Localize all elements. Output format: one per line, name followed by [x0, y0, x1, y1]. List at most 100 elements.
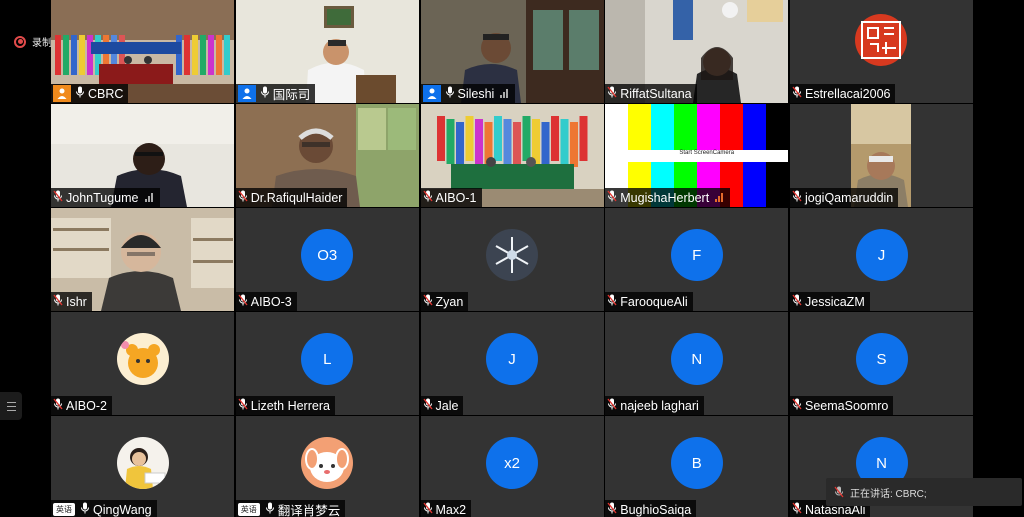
participant-tile[interactable]: AIBO-1: [420, 104, 604, 207]
user-icon: [422, 85, 441, 102]
participant-tile[interactable]: S SeemaSoomro: [790, 312, 973, 415]
participant-tile[interactable]: jogiQamaruddin: [790, 104, 973, 207]
participant-tile[interactable]: RiffatSultana: [605, 0, 789, 103]
participant-tile[interactable]: J JessicaZM: [790, 208, 973, 311]
participant-name: Estrellacai2006: [805, 86, 891, 101]
participant-name: Sileshi: [457, 86, 495, 101]
participant-tile[interactable]: 英语 QingWang: [51, 416, 234, 517]
participant-name: AIBO-2: [66, 398, 107, 413]
name-tag: jogiQamaruddin: [790, 188, 899, 207]
participant-tile[interactable]: Start ScreenCamera MugishaHerbert: [605, 104, 789, 207]
gallery-grid: CBRC 国际司 Sileshi RiffatSultana Estrellacai20…: [51, 0, 973, 517]
participant-name: MugishaHerbert: [620, 190, 710, 205]
participant-name: CBRC: [88, 86, 124, 101]
speaking-label: 正在讲话: CBRC;: [850, 488, 927, 500]
name-tag: Max2: [420, 500, 472, 517]
signal-icon: [715, 193, 725, 202]
participant-name: JohnTugume: [66, 190, 139, 205]
participant-name: jogiQamaruddin: [805, 190, 894, 205]
participant-name: SeemaSoomro: [805, 398, 889, 413]
participant-tile[interactable]: Ishr: [51, 208, 234, 311]
mic-muted-icon: [607, 86, 617, 101]
participant-name: FarooqueAli: [620, 294, 688, 309]
meeting-window: 录制中 CBRC 国际司 Sileshi RiffatSultana Estrellac…: [0, 0, 1024, 517]
participant-tile[interactable]: O3 AIBO-3: [235, 208, 419, 311]
mic-muted-icon: [607, 502, 617, 517]
participant-tile[interactable]: 英语 翻译肖梦云: [235, 416, 419, 517]
avatar: S: [855, 333, 908, 386]
participant-name: JessicaZM: [805, 294, 865, 309]
mic-muted-icon: [238, 398, 248, 413]
participant-name: AIBO-3: [250, 294, 292, 309]
participant-tile[interactable]: x2 Max2: [420, 416, 604, 517]
participant-tile[interactable]: 国际司: [235, 0, 419, 103]
name-tag: Dr.RafiqulHaider: [235, 188, 348, 207]
participant-name: Jale: [435, 398, 459, 413]
participant-tile[interactable]: JohnTugume: [51, 104, 234, 207]
mic-muted-icon: [792, 294, 802, 309]
participant-tile[interactable]: Sileshi: [420, 0, 604, 103]
participant-tile[interactable]: Estrellacai2006: [790, 0, 973, 103]
avatar: F: [670, 229, 723, 282]
sidebar-toggle-handle[interactable]: [0, 392, 22, 420]
participant-tile[interactable]: Nnajeeb laghari: [605, 312, 789, 415]
mic-muted-icon: [607, 294, 617, 309]
avatar: [116, 437, 169, 490]
mic-muted-icon: [53, 294, 63, 309]
participant-tile[interactable]: AIBO-2: [51, 312, 234, 415]
name-tag: Jale: [420, 396, 464, 415]
mic-icon: [265, 502, 275, 517]
mic-muted-icon: [422, 294, 433, 309]
name-tag: JessicaZM: [790, 292, 870, 311]
participant-name: Ishr: [66, 294, 87, 309]
name-tag: Zyan: [420, 292, 469, 311]
participant-tile[interactable]: J Jale: [420, 312, 604, 415]
participant-name: 国际司: [272, 88, 311, 102]
avatar: J: [486, 333, 538, 386]
mic-muted-icon: [238, 190, 248, 205]
name-tag: FarooqueAli: [605, 292, 693, 311]
name-tag: CBRC: [51, 84, 129, 103]
participant-tile[interactable]: Dr.RafiqulHaider: [235, 104, 419, 207]
participant-name: AIBO-1: [435, 190, 477, 205]
avatar: L: [301, 333, 354, 386]
name-tag: AIBO-3: [235, 292, 297, 311]
name-tag: Lizeth Herrera: [235, 396, 335, 415]
mic-icon: [80, 502, 90, 517]
name-tag: JohnTugume: [51, 188, 160, 207]
participant-name: Dr.RafiqulHaider: [250, 190, 343, 205]
avatar: x2: [486, 437, 538, 490]
participant-name: Zyan: [435, 294, 464, 309]
participant-name: RiffatSultana: [620, 86, 692, 101]
participant-name: QingWang: [93, 502, 152, 517]
avatar: B: [670, 437, 723, 490]
signal-icon: [500, 89, 510, 98]
name-tag: 国际司: [235, 84, 316, 103]
mic-muted-icon: [792, 86, 802, 101]
language-badge: 英语: [237, 503, 260, 516]
participant-tile[interactable]: B BughioSaiqa: [605, 416, 789, 517]
mic-muted-icon: [792, 502, 802, 517]
name-tag: Sileshi: [420, 84, 516, 103]
avatar: [486, 229, 538, 282]
mic-icon: [445, 86, 455, 101]
mic-muted-icon: [607, 190, 617, 205]
mic-muted-icon: [792, 190, 802, 205]
participant-name: Max2: [435, 502, 467, 517]
mic-muted-icon: [834, 486, 844, 498]
participant-tile[interactable]: Zyan: [420, 208, 604, 311]
screen-camera-text: Start ScreenCamera: [679, 150, 735, 156]
name-tag: RiffatSultana: [605, 84, 697, 103]
avatar: J: [855, 229, 908, 282]
name-tag: Estrellacai2006: [790, 84, 896, 103]
mic-muted-icon: [607, 398, 617, 413]
participant-tile[interactable]: L Lizeth Herrera: [235, 312, 419, 415]
participant-tile[interactable]: F FarooqueAli: [605, 208, 789, 311]
host-icon: [53, 85, 71, 102]
name-tag: najeeb laghari: [605, 396, 704, 415]
mic-muted-icon: [53, 190, 63, 205]
mic-muted-icon: [792, 398, 802, 413]
mic-icon: [75, 86, 85, 101]
participant-tile[interactable]: CBRC: [51, 0, 234, 103]
mic-muted-icon: [422, 398, 433, 413]
